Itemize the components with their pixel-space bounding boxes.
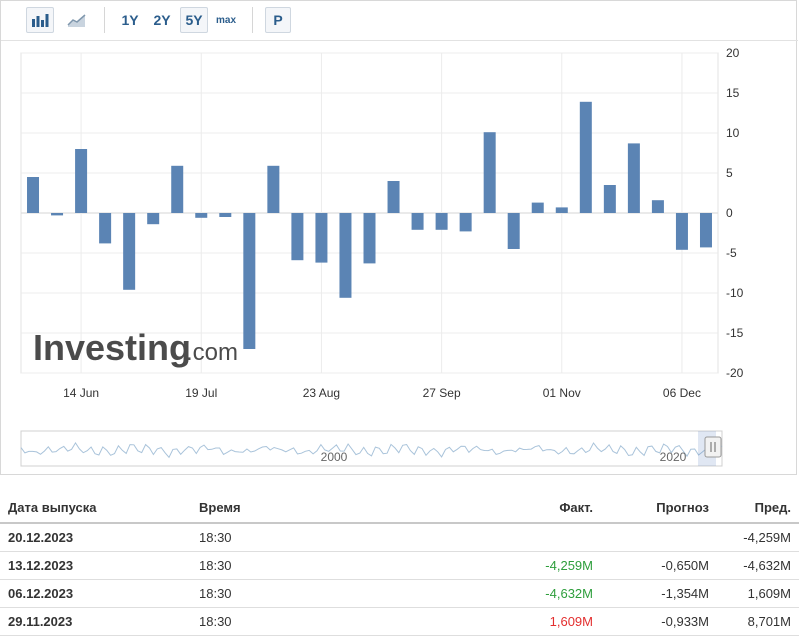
row-forecast: -0,933M: [601, 607, 717, 636]
bar[interactable]: [363, 213, 376, 264]
chart-panel: 1Y 2Y 5Y max P 20 15 10 5 0 -5 -10 -15 -20 14 Ju…: [0, 0, 798, 475]
navigator-frame: [20, 430, 723, 467]
bar[interactable]: [315, 213, 328, 263]
bar[interactable]: [411, 213, 424, 230]
bar[interactable]: [531, 202, 544, 213]
bar[interactable]: [483, 132, 496, 213]
bar[interactable]: [675, 213, 688, 250]
bar[interactable]: [555, 207, 568, 213]
bar[interactable]: [99, 213, 112, 244]
header-forecast: Прогноз: [601, 492, 717, 524]
row-previous: 8,701M: [717, 607, 799, 636]
row-time: 18:30: [191, 551, 447, 580]
y-tick-label: -5: [726, 246, 737, 260]
navigator-label: 2000: [321, 450, 348, 464]
row-date: 13.12.2023: [0, 551, 191, 580]
y-tick-label: 15: [726, 86, 740, 100]
bar-chart: 20 15 10 5 0 -5 -10 -15 -20 14 Jun 19 Jul 23 Aug 27…: [20, 46, 744, 467]
row-actual: 1,609M: [447, 607, 601, 636]
bar[interactable]: [627, 143, 640, 213]
bar[interactable]: [651, 200, 664, 213]
bar[interactable]: [507, 213, 520, 249]
table-row: 20.12.2023 18:30 -4,259M: [0, 523, 799, 552]
row-forecast: -0,650M: [601, 551, 717, 580]
bar[interactable]: [459, 213, 472, 232]
header-time: Время: [191, 492, 447, 524]
bar[interactable]: [123, 213, 136, 290]
x-tick-label: 14 Jun: [63, 386, 99, 400]
bar[interactable]: [387, 181, 400, 213]
bar[interactable]: [267, 165, 280, 213]
x-tick-label: 19 Jul: [185, 386, 217, 400]
x-tick-label: 06 Dec: [663, 386, 701, 400]
table-row: 06.12.2023 18:30 -4,632M -1,354M 1,609M: [0, 579, 799, 608]
bar[interactable]: [195, 213, 208, 218]
bar[interactable]: [291, 213, 304, 261]
row-forecast: -1,354M: [601, 579, 717, 608]
row-previous: 1,609M: [717, 579, 799, 608]
bar[interactable]: [699, 213, 712, 248]
table-row: 29.11.2023 18:30 1,609M -0,933M 8,701M: [0, 607, 799, 636]
y-tick-label: 0: [726, 206, 733, 220]
header-previous: Пред.: [717, 492, 799, 524]
row-previous: -4,259M: [717, 523, 799, 552]
history-table: Дата выпуска Время Факт. Прогноз Пред. 2…: [0, 492, 799, 636]
y-tick-label: -10: [726, 286, 744, 300]
bar[interactable]: [603, 185, 616, 213]
bar[interactable]: [435, 213, 448, 230]
y-tick-label: -20: [726, 366, 744, 380]
x-tick-label: 27 Sep: [423, 386, 461, 400]
bar[interactable]: [243, 213, 256, 349]
y-tick-label: 5: [726, 166, 733, 180]
row-actual: -4,632M: [447, 579, 601, 608]
header-date: Дата выпуска: [0, 492, 191, 524]
watermark-brand: Investing: [33, 327, 191, 368]
table-row: 13.12.2023 18:30 -4,259M -0,650M -4,632M: [0, 551, 799, 580]
bar[interactable]: [27, 177, 40, 213]
bar[interactable]: [51, 213, 64, 216]
row-time: 18:30: [191, 607, 447, 636]
y-tick-label: -15: [726, 326, 744, 340]
watermark-suffix: .com: [186, 339, 238, 366]
bar[interactable]: [579, 101, 592, 213]
y-tick-label: 10: [726, 126, 740, 140]
row-time: 18:30: [191, 579, 447, 608]
bar[interactable]: [75, 149, 88, 213]
row-forecast: [601, 523, 717, 552]
bar[interactable]: [339, 213, 352, 298]
bar[interactable]: [219, 213, 232, 217]
row-time: 18:30: [191, 523, 447, 552]
row-date: 20.12.2023: [0, 523, 191, 552]
bar[interactable]: [171, 165, 184, 213]
row-actual: [447, 523, 601, 552]
row-date: 29.11.2023: [0, 607, 191, 636]
time-navigator[interactable]: 2000 2020: [20, 430, 723, 467]
header-actual: Факт.: [447, 492, 601, 524]
row-date: 06.12.2023: [0, 579, 191, 608]
row-previous: -4,632M: [717, 551, 799, 580]
navigator-handle[interactable]: [704, 436, 722, 458]
y-tick-label: 20: [726, 46, 740, 60]
row-actual: -4,259M: [447, 551, 601, 580]
navigator-label: 2020: [660, 450, 687, 464]
bar[interactable]: [147, 213, 160, 225]
x-tick-label: 23 Aug: [303, 386, 340, 400]
x-tick-label: 01 Nov: [543, 386, 581, 400]
table-header-row: Дата выпуска Время Факт. Прогноз Пред.: [0, 492, 799, 524]
